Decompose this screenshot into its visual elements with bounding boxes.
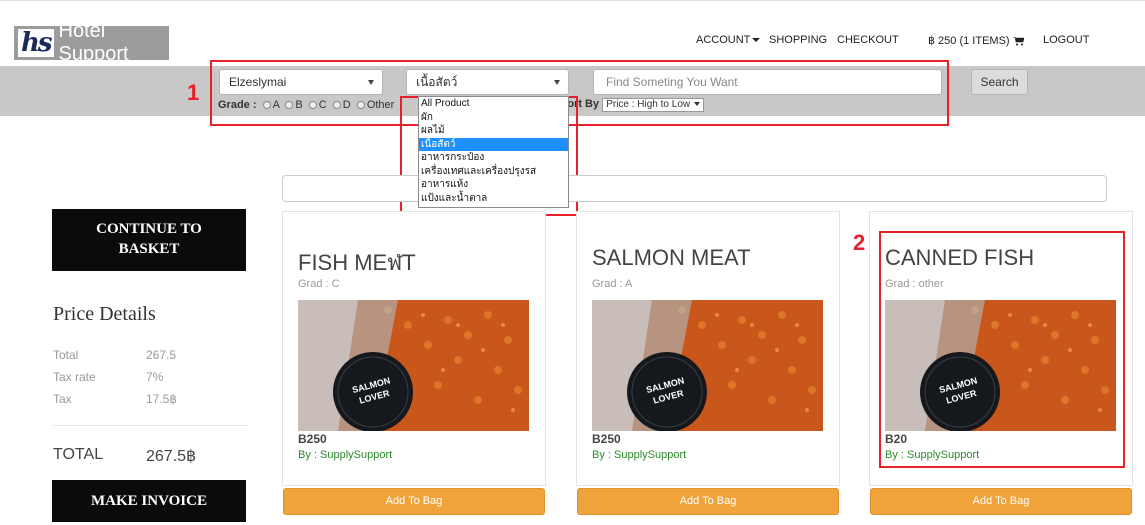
cart-summary: ฿ 250 (1 ITEMS) xyxy=(928,35,1010,47)
continue-button-line1: CONTINUE TO xyxy=(96,221,202,237)
add-to-bag-button[interactable]: Add To Bag xyxy=(577,488,839,515)
total-value: 267.5฿ xyxy=(146,448,197,465)
chevron-down-icon xyxy=(752,38,761,43)
annotation-box-2 xyxy=(879,231,1125,468)
make-invoice-button[interactable]: MAKE INVOICE xyxy=(52,480,246,522)
annotation-number-2: 2 xyxy=(853,230,866,255)
price-row-tax: Tax 17.5฿ xyxy=(53,392,177,406)
annotation-number-1: 1 xyxy=(187,80,200,105)
product-title[interactable]: SALMON MEAT xyxy=(592,245,751,271)
product-supplier[interactable]: By : SupplySupport xyxy=(592,449,686,461)
nav-cart[interactable]: ฿ 250 (1 ITEMS) xyxy=(928,34,1024,47)
price-row-value: 17.5฿ xyxy=(146,392,177,406)
price-row-total: Total 267.5 xyxy=(53,348,176,362)
product-grade: Grad : A xyxy=(592,278,633,290)
dropdown-option-selected[interactable]: เนื้อสัตว์ xyxy=(419,137,568,151)
dropdown-option[interactable]: แป้งและน้ำตาล xyxy=(419,192,568,206)
nav-logout[interactable]: LOGOUT xyxy=(1043,34,1089,46)
brand-logo[interactable]: hs Hotel Support xyxy=(14,20,169,65)
divider xyxy=(53,425,249,426)
product-image[interactable]: SALMON LOVER xyxy=(298,300,529,431)
product-card: FISH MEฬT Grad : C SALMON LOVER B250 By … xyxy=(282,211,546,486)
top-navbar: hs Hotel Support ACCOUNT SHOPPING CHECKO… xyxy=(0,0,1145,66)
salmon-roe-photo: SALMON LOVER xyxy=(592,300,823,431)
product-search-input[interactable] xyxy=(282,175,1107,202)
product-supplier[interactable]: By : SupplySupport xyxy=(298,449,392,461)
logo-text: Hotel Support xyxy=(58,20,129,65)
dropdown-option[interactable]: อาหารกระป๋อง xyxy=(419,151,568,165)
price-details-title: Price Details xyxy=(53,303,156,325)
product-price: B250 xyxy=(298,432,327,446)
search-button[interactable]: Search xyxy=(971,69,1028,95)
dropdown-option[interactable]: เครื่องเทศและเครื่องปรุงรส xyxy=(419,165,568,179)
price-row-label: Total xyxy=(53,348,79,362)
product-image[interactable]: SALMON LOVER xyxy=(592,300,823,431)
product-card: SALMON MEAT Grad : A SALMON LOVER B250 B… xyxy=(576,211,840,486)
dropdown-option[interactable]: All Product xyxy=(419,97,568,111)
price-row-label: Tax rate xyxy=(53,370,96,384)
cart-icon xyxy=(1012,36,1024,46)
category-dropdown-list: All Product ผัก ผลไม้ เนื้อสัตว์ อาหารกร… xyxy=(418,96,569,208)
nav-checkout[interactable]: CHECKOUT xyxy=(837,34,899,46)
product-title[interactable]: FISH MEฬT xyxy=(298,245,416,280)
price-row-label: Tax xyxy=(53,392,72,406)
product-grade: Grad : C xyxy=(298,278,340,290)
logo-mark: hs xyxy=(18,29,54,57)
add-to-bag-button[interactable]: Add To Bag xyxy=(283,488,545,515)
nav-account[interactable]: ACCOUNT xyxy=(696,34,761,46)
dropdown-option[interactable]: ผลไม้ xyxy=(419,124,568,138)
nav-shopping[interactable]: SHOPPING xyxy=(769,34,827,46)
continue-to-basket-button[interactable]: CONTINUE TO BASKET xyxy=(52,209,246,271)
salmon-roe-photo: SALMON LOVER xyxy=(298,300,529,431)
price-row-tax-rate: Tax rate 7% xyxy=(53,370,163,384)
add-to-bag-button[interactable]: Add To Bag xyxy=(870,488,1132,515)
dropdown-option[interactable]: อาหารแห้ง xyxy=(419,178,568,192)
price-row-value: 267.5 xyxy=(146,348,177,362)
annotation-box-1 xyxy=(210,60,949,126)
nav-account-label: ACCOUNT xyxy=(696,34,751,46)
price-row-value: 7% xyxy=(146,370,164,384)
product-price: B250 xyxy=(592,432,621,446)
dropdown-option[interactable]: ผัก xyxy=(419,111,568,125)
total-label: TOTAL xyxy=(53,446,104,463)
continue-button-line2: BASKET xyxy=(118,241,180,257)
